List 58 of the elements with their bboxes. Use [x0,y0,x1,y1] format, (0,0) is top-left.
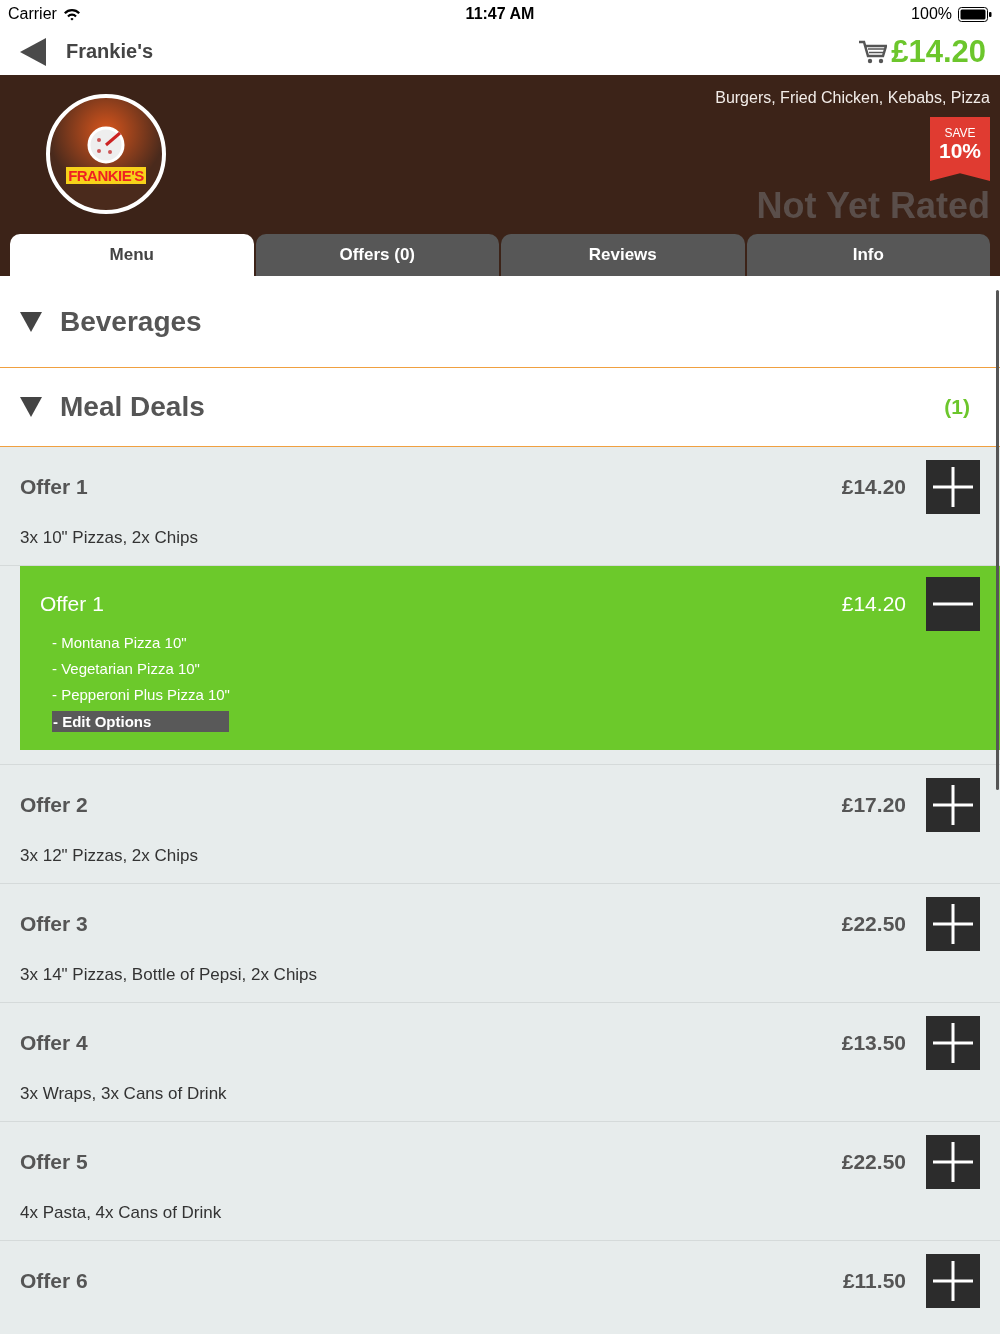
offer-description: 3x 10" Pizzas, 2x Chips [20,528,199,548]
offer-description: 4x Pasta, 4x Cans of Drink [20,1203,223,1223]
minus-icon [933,602,973,606]
battery-icon [958,6,992,22]
offer-price: £14.20 [841,475,906,499]
edit-options-button[interactable]: - Edit Options [52,711,229,732]
add-button[interactable] [926,460,980,514]
cart-icon[interactable] [859,39,888,64]
option-text: - Vegetarian Pizza 10" [52,659,200,679]
option-text: - Pepperoni Plus Pizza 10" [52,685,230,705]
offer-price: £17.20 [841,793,906,817]
offer-description: 3x 12" Pizzas, 2x Chips [20,846,199,866]
offer-price: £22.50 [841,1150,906,1174]
pizza-icon [86,124,126,165]
logo-text: FRANKIE'S [66,166,146,184]
offer-price: £14.20 [841,592,906,616]
section-count: (1) [944,395,970,419]
wifi-icon [62,7,81,21]
remove-button[interactable] [926,577,980,631]
save-ribbon: SAVE 10% [930,117,990,181]
section-title[interactable]: Meal Deals [60,391,945,423]
tab[interactable]: Menu [10,234,254,276]
option-text: - Montana Pizza 10" [52,633,187,653]
offer-name: Offer 1 [20,475,89,499]
tab[interactable]: Offers (0) [255,234,499,276]
plus-icon [933,1142,973,1182]
add-button[interactable] [926,1135,980,1189]
carrier-text: Carrier [8,5,57,23]
plus-icon [933,1261,973,1301]
plus-icon [933,785,973,825]
offer-price: £13.50 [841,1031,906,1055]
offer-name: Offer 4 [20,1031,89,1055]
add-button[interactable] [926,897,980,951]
cuisines-text: Burgers, Fried Chicken, Kebabs, Pizza [715,89,990,107]
plus-icon [933,904,973,944]
offer-description: 3x 14" Pizzas, Bottle of Pepsi, 2x Chips [20,965,319,985]
offer-name: Offer 1 [40,592,105,616]
offer-description: 3x Wraps, 3x Cans of Drink [20,1084,228,1104]
clock-text: 11:47 AM [465,5,535,23]
tab[interactable]: Info [746,234,990,276]
add-button[interactable] [926,1016,980,1070]
disclosure-icon[interactable] [20,397,42,417]
offer-price: £22.50 [841,912,906,936]
offer-price: £11.50 [842,1269,906,1293]
section-title[interactable]: Beverages [60,305,970,338]
offer-name: Offer 3 [20,912,89,936]
battery-text: 100% [911,5,952,23]
back-icon[interactable] [20,37,46,66]
offer-name: Offer 2 [20,793,89,817]
plus-icon [933,467,973,507]
nav-title: Frankie's [66,40,154,63]
disclosure-icon[interactable] [20,311,42,332]
add-button[interactable] [926,778,980,832]
plus-icon [933,1023,973,1063]
offer-name: Offer 5 [20,1150,89,1174]
add-button[interactable] [926,1254,980,1308]
offer-name: Offer 6 [20,1269,89,1293]
tab[interactable]: Reviews [501,234,745,276]
